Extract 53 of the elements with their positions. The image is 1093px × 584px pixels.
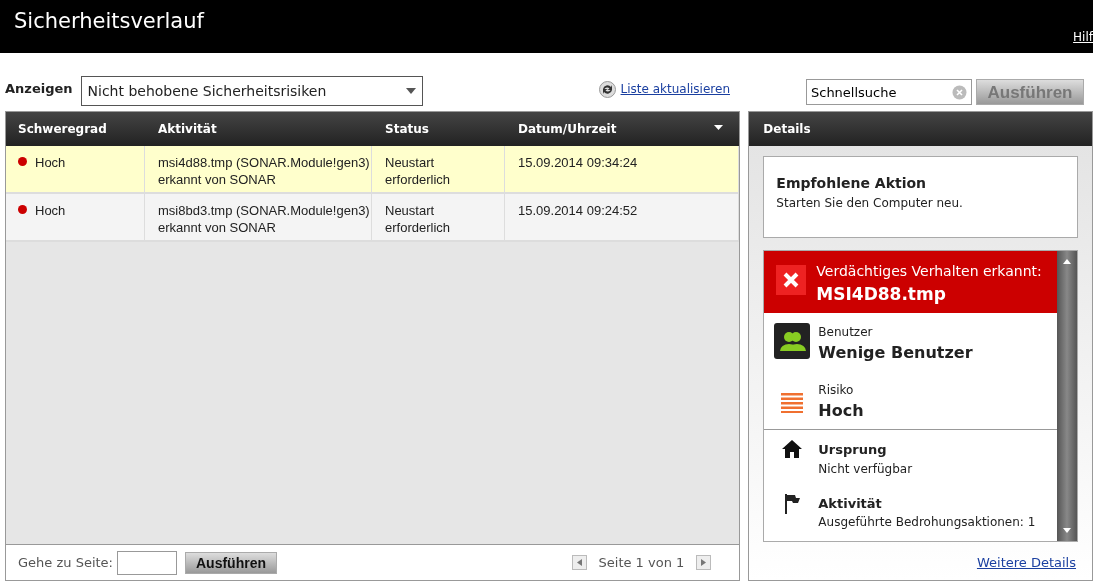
detail-value: Ausgeführte Bedrohungsaktionen: 1 [818,514,1036,531]
next-page-button[interactable] [696,555,712,570]
detail-value: Hoch [818,400,864,422]
flag-icon [784,493,801,514]
help-link[interactable]: Hilf [1073,28,1093,46]
recommendation-text: Starten Sie den Computer neu. [776,195,964,212]
sort-icon[interactable] [714,125,724,130]
window-title: Sicherheitsverlauf [14,8,204,35]
table-cell: 15.09.2014 09:34:24 [518,155,638,170]
table-cell: Hoch [35,155,66,170]
home-icon [782,440,803,458]
detail-label: Risiko [818,382,855,399]
detail-label: Aktivität [818,494,883,513]
table-cell-text: msi4d88.tmp (SONAR.Module!gen3) erkannt von SONAR [158,154,371,188]
refresh-link[interactable]: Liste aktualisieren [620,80,730,98]
table-cell-text: msi8bd3.tmp (SONAR.Module!gen3) erkannt von SONAR [158,202,371,236]
search-field[interactable]: Schnellsuche [806,79,972,105]
detail-label: Benutzer [818,324,874,341]
detail-label: Ursprung [818,441,888,459]
column-header[interactable]: Schweregrad [18,122,107,136]
close-icon [776,265,807,295]
details-title: Details [763,121,811,138]
refresh-icon[interactable] [598,80,616,98]
filter-label: Anzeigen [5,79,73,98]
more-details-link[interactable]: Weitere Details [976,554,1076,570]
previous-page-button[interactable] [571,555,587,570]
goto-button[interactable]: Ausführen [185,551,277,574]
page-indicator: Seite 1 von 1 [598,553,685,572]
caret-icon [405,88,416,94]
scrollbar[interactable] [1057,251,1077,541]
table-cell-text: Neustart erforderlich [385,202,452,236]
scroll-up-icon[interactable] [1063,259,1071,264]
detail-value: Nicht verfügbar [818,460,913,478]
table-cell-text: Neustart erforderlich [385,154,452,188]
risk-icon [781,393,804,413]
alert-file: MSI4D88.tmp [816,283,947,306]
filter-dropdown[interactable]: Nicht behobene Sicherheitsrisiken [80,76,423,106]
recommendation-title: Empfohlene Aktion [776,174,927,193]
alert-label: Verdächtiges Verhalten erkannt: [816,262,1042,281]
table-row[interactable]: Hoch msi8bd3.tmp (SONAR.Module!gen3) erkannt von SONAR Neustart erforderlich 15.09.2014 09:24:52 [6,194,740,242]
table-cell: Hoch [35,203,66,218]
column-header[interactable]: Status [385,122,429,136]
table-row[interactable]: Hoch msi4d88.tmp (SONAR.Module!gen3) erkannt von SONAR Neustart erforderlich 15.09.2014 09:34:24 [6,146,740,194]
goto-page-label: Gehe zu Seite: [18,553,113,572]
column-header[interactable]: Aktivität [158,122,217,136]
page-input[interactable] [117,550,177,575]
table-cell: 15.09.2014 09:24:52 [518,203,638,218]
column-header[interactable]: Datum/Uhrzeit [518,120,617,138]
users-icon [774,323,811,359]
left-arrow-icon [576,559,582,566]
right-arrow-icon [701,559,707,566]
detail-value: Wenige Benutzer [818,342,973,364]
scroll-down-icon[interactable] [1063,528,1071,533]
